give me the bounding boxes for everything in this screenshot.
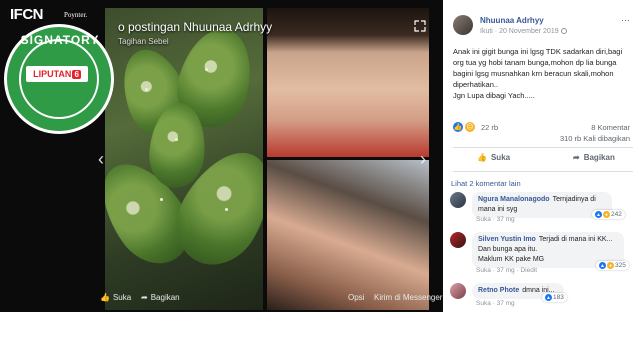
like-reaction-icon: ▲ (595, 211, 602, 218)
post-text: Anak ini gigit bunga ini lgsg TDK sadark… (453, 47, 623, 100)
share-count[interactable]: 310 rb Kali dibagikan (560, 134, 630, 143)
comment-meta: Suka · 37 mg (476, 216, 515, 223)
bottom-margin (0, 312, 640, 360)
view-more-comments-link[interactable]: Lihat 2 komentar lain (451, 179, 521, 188)
share-button-label: Bagikan (583, 153, 615, 162)
comment-time[interactable]: 37 mg (497, 300, 515, 307)
commenter-name[interactable]: Retno Phote (478, 287, 519, 294)
globe-icon (560, 28, 567, 35)
follow-link[interactable]: Ikuti (480, 28, 493, 35)
viewer-share-label: Bagikan (150, 293, 180, 302)
comment-like-link[interactable]: Suka (476, 300, 491, 307)
child-open-mouth-photo[interactable] (267, 160, 429, 310)
expand-icon[interactable] (414, 20, 426, 32)
thumbs-up-icon: 👍 (100, 293, 110, 302)
screenshot-stage: o postingan Nhuunaa Adrhyy Tagihan Sebel… (0, 0, 640, 360)
commenter-avatar[interactable] (450, 192, 466, 208)
viewer-send-label: Kirim di Messenger (374, 293, 443, 302)
commenter-name[interactable]: Silven Yustin Imo (478, 236, 536, 243)
comment-count[interactable]: 8 Komentar (591, 123, 630, 132)
viewer-like-label: Suka (112, 293, 132, 302)
like-button-label: Suka (490, 153, 511, 162)
like-reaction-icon: ▲ (545, 294, 552, 301)
comment-reaction-count: 242 (611, 211, 622, 218)
post-date[interactable]: 20 November 2019 (499, 28, 559, 35)
divider (453, 147, 633, 148)
viewer-caption: o postingan Nhuunaa Adrhyy (118, 20, 273, 34)
commenter-name[interactable]: Ngura Manalonagodo (478, 196, 550, 203)
sad-reaction-icon: ☹ (465, 122, 475, 132)
more-options-icon[interactable]: ⋯ (621, 15, 630, 26)
comment-reactions[interactable]: ▲ 183 (542, 293, 567, 302)
comment-time[interactable]: 37 mg (497, 267, 515, 274)
like-reaction-icon: 👍 (453, 122, 463, 132)
liputan6-logo: LIPUTAN 6 (26, 66, 88, 82)
ifcn-signatory-badge: IFCN Poynter. SIGNATORY LIPUTAN 6 (0, 0, 116, 140)
comment-time[interactable]: 37 mg (497, 216, 515, 223)
next-photo-icon[interactable]: › (420, 150, 426, 168)
post-meta: Ikuti · 20 November 2019 (480, 28, 567, 35)
share-arrow-icon: ➦ (141, 293, 148, 302)
sad-reaction-icon: ● (603, 211, 610, 218)
author-avatar[interactable] (453, 15, 473, 35)
viewer-caption-sub: Tagihan Sebel (118, 37, 169, 46)
share-arrow-icon: ➦ (573, 153, 580, 162)
seal-title: SIGNATORY (20, 33, 100, 47)
reaction-summary[interactable]: 👍 ☹ 22 rb (453, 122, 498, 132)
comment-reaction-count: 183 (553, 294, 564, 301)
comment-meta: Suka · 37 mg (476, 300, 515, 307)
comment-meta: Suka · 37 mg · Diedit (476, 267, 538, 274)
prev-photo-icon[interactable]: ‹ (98, 150, 104, 168)
commenter-avatar[interactable] (450, 232, 466, 248)
sleeping-child-photo[interactable] (267, 8, 429, 157)
divider (453, 171, 633, 172)
haha-reaction-icon: ● (607, 262, 614, 269)
comment-reactions[interactable]: ▲ ● 325 (596, 261, 629, 270)
like-reaction-icon: ▲ (599, 262, 606, 269)
poynter-label: Poynter. (64, 11, 88, 19)
comment-bubble: Ngura Manalonagodo Ternjadinya di mana in… (472, 192, 612, 218)
thumbs-up-icon: 👍 (477, 153, 487, 162)
viewer-share-button[interactable]: ➦ Bagikan (141, 293, 180, 302)
ifcn-logo: IFCN (10, 6, 44, 23)
comment-reactions[interactable]: ▲ ● 242 (592, 210, 625, 219)
edited-label: Diedit (520, 267, 538, 274)
comment-reaction-count: 325 (615, 262, 626, 269)
author-name[interactable]: Nhuunaa Adrhyy (480, 16, 544, 25)
viewer-options-button[interactable]: Opsi (348, 293, 364, 302)
comment-like-link[interactable]: Suka (476, 267, 491, 274)
commenter-avatar[interactable] (450, 283, 466, 299)
share-button[interactable]: ➦ Bagikan (573, 153, 615, 162)
reaction-count: 22 rb (481, 122, 499, 132)
plant-photo[interactable] (105, 8, 263, 310)
viewer-send-button[interactable]: Kirim di Messenger (374, 293, 442, 302)
comment-like-link[interactable]: Suka (476, 216, 491, 223)
post-panel: Nhuunaa Adrhyy Ikuti · 20 November 2019 … (443, 0, 640, 312)
like-button[interactable]: 👍 Suka (477, 153, 510, 162)
viewer-options-label: Opsi (348, 293, 365, 302)
viewer-like-button[interactable]: 👍 Suka (100, 293, 131, 302)
